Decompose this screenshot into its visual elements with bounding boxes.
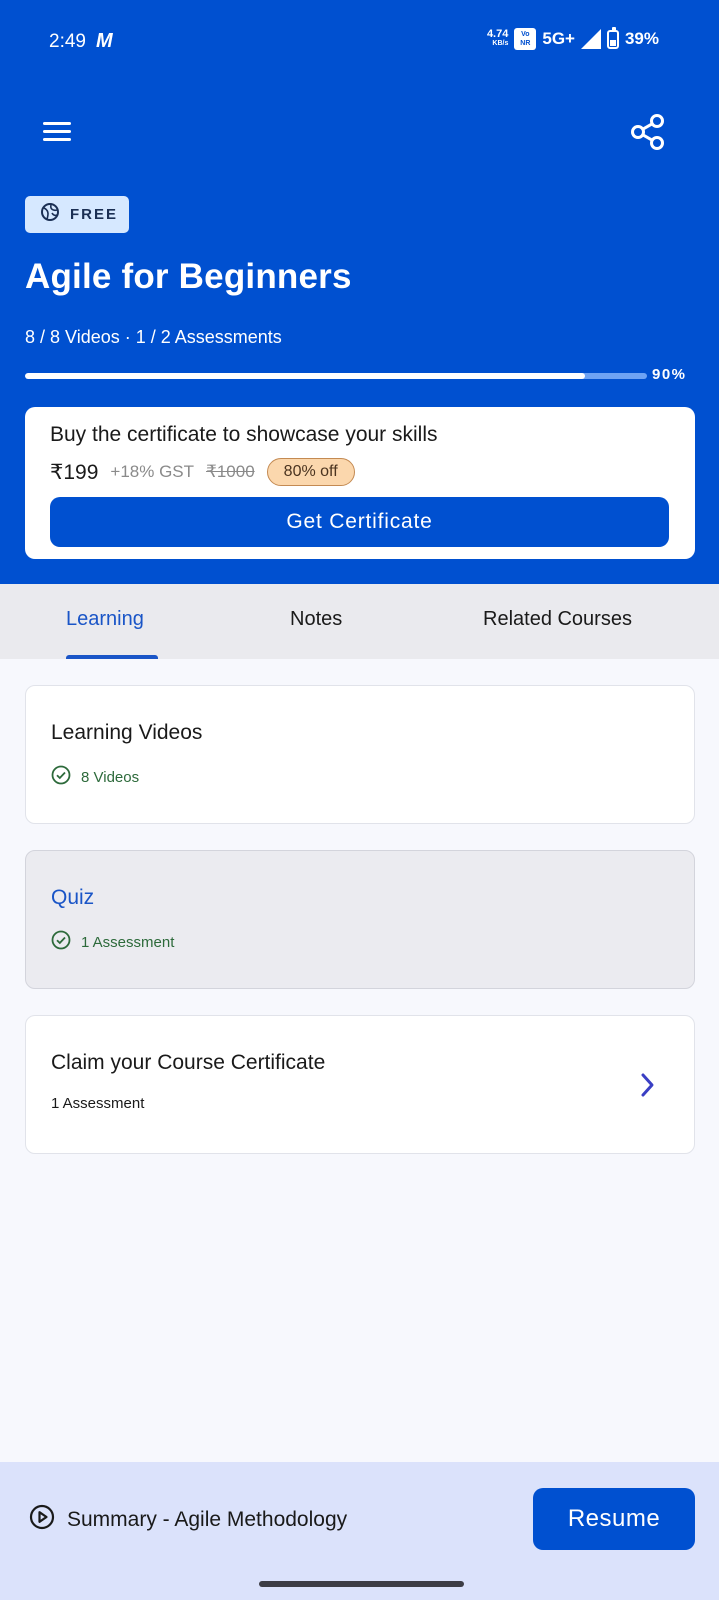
volte-icon: Vo NR: [514, 28, 537, 50]
course-progress-summary: 8 / 8 Videos · 1 / 2 Assessments: [25, 327, 282, 347]
certificate-price: ₹199: [50, 460, 99, 484]
quiz-card[interactable]: Quiz 1 Assessment: [25, 850, 695, 989]
quiz-title: Quiz: [51, 886, 95, 909]
course-header: 2:49 M 4.74 KB/s Vo NR 5G+ 39% FREE Agil…: [0, 0, 719, 584]
learning-videos-count: 8 Videos: [81, 768, 140, 786]
get-certificate-button[interactable]: Get Certificate: [50, 497, 669, 547]
hamburger-menu-icon[interactable]: [40, 118, 74, 146]
claim-certificate-title: Claim your Course Certificate: [51, 1051, 326, 1074]
summary-item[interactable]: Summary - Agile Methodology: [29, 1504, 347, 1536]
claim-certificate-card[interactable]: Claim your Course Certificate 1 Assessme…: [25, 1015, 695, 1154]
claim-certificate-status: 1 Assessment: [51, 1095, 144, 1112]
certificate-headline: Buy the certificate to showcase your ski…: [50, 423, 438, 446]
quiz-assessment-count: 1 Assessment: [81, 933, 175, 951]
battery-level: 39%: [624, 29, 659, 48]
tab-notes[interactable]: Notes: [290, 608, 342, 631]
certificate-offer-card: Buy the certificate to showcase your ski…: [25, 407, 695, 559]
chevron-right-icon[interactable]: [636, 1071, 658, 1099]
network-speed: 4.74 KB/s: [487, 29, 508, 49]
signal-icon: [580, 29, 601, 49]
learning-videos-status: 8 Videos: [51, 765, 139, 789]
home-indicator[interactable]: [259, 1581, 464, 1587]
tab-related-courses[interactable]: Related Courses: [483, 608, 632, 631]
status-time: 2:49: [49, 31, 86, 52]
discount-badge: 80% off: [266, 458, 355, 486]
course-title: Agile for Beginners: [25, 257, 352, 296]
quiz-status: 1 Assessment: [51, 930, 174, 954]
bottom-resume-bar: Summary - Agile Methodology Resume: [0, 1462, 719, 1600]
course-progress-fill: [25, 373, 585, 379]
certificate-gst: +18% GST: [110, 462, 195, 481]
summary-label: Summary - Agile Methodology: [67, 1508, 348, 1531]
share-icon[interactable]: [628, 112, 668, 152]
status-indicators: 4.74 KB/s Vo NR 5G+ 39%: [487, 26, 659, 50]
free-badge-label: FREE: [70, 206, 119, 223]
volte-bottom-text: NR: [520, 40, 531, 47]
check-circle-icon: [51, 765, 71, 789]
carrier-icon: M: [96, 30, 113, 52]
learning-videos-title: Learning Videos: [51, 721, 203, 744]
active-tab-indicator: [66, 655, 158, 659]
battery-icon: [606, 26, 619, 49]
learning-videos-card[interactable]: Learning Videos 8 Videos: [25, 685, 695, 824]
certificate-original-price: ₹1000: [206, 462, 255, 481]
play-circle-icon: [29, 1504, 55, 1536]
network-type: 5G+: [542, 29, 575, 48]
course-progress-percent: 90%: [652, 366, 687, 383]
certificate-price-row: ₹199 +18% GST ₹1000 80% off: [50, 458, 355, 486]
free-badge: FREE: [25, 196, 129, 233]
claim-certificate-assessment-count: 1 Assessment: [51, 1095, 145, 1112]
status-bar: 2:49 M 4.74 KB/s Vo NR 5G+ 39%: [0, 0, 719, 86]
network-speed-value: 4.74: [486, 28, 509, 40]
course-progress-bar: [25, 373, 647, 379]
tab-learning[interactable]: Learning: [66, 608, 144, 631]
globe-icon: [40, 202, 60, 227]
course-tabs: Learning Notes Related Courses: [0, 584, 719, 659]
resume-button[interactable]: Resume: [533, 1488, 695, 1550]
check-circle-icon: [51, 930, 71, 954]
network-speed-unit: KB/s: [492, 40, 509, 47]
volte-top-text: Vo: [521, 31, 530, 38]
